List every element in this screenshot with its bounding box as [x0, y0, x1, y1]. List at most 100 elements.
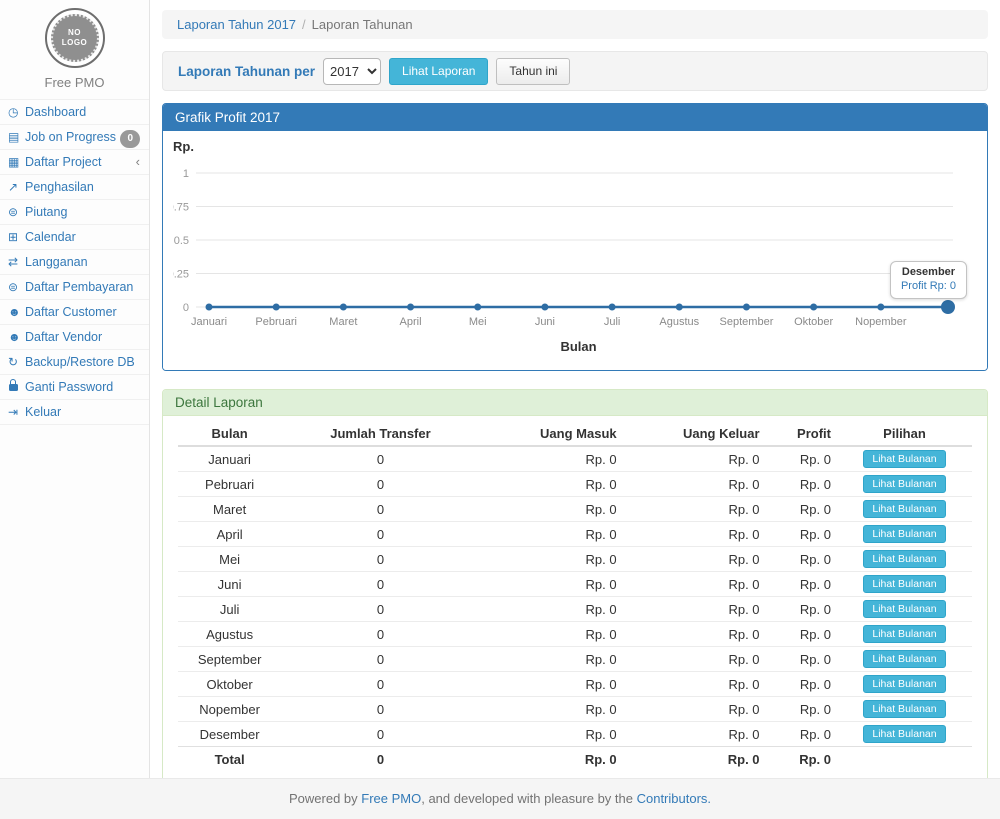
- cell-uang_keluar: Rp. 0: [623, 547, 766, 572]
- lihat-bulanan-button[interactable]: Lihat Bulanan: [863, 650, 945, 668]
- cell-uang_keluar: Rp. 0: [623, 597, 766, 622]
- y-tick-label: 1: [183, 168, 189, 180]
- column-header: Pilihan: [837, 422, 972, 446]
- table-row: April0Rp. 0Rp. 0Rp. 0Lihat Bulanan: [178, 522, 972, 547]
- lihat-bulanan-button[interactable]: Lihat Bulanan: [863, 450, 945, 468]
- lihat-bulanan-button[interactable]: Lihat Bulanan: [863, 550, 945, 568]
- chart-panel-title: Grafik Profit 2017: [163, 104, 987, 131]
- cell-uang_keluar: Rp. 0: [623, 472, 766, 497]
- sidebar-item-ganti-password[interactable]: Ganti Password: [0, 374, 149, 399]
- data-point[interactable]: [877, 304, 884, 311]
- cell-bulan: Mei: [178, 547, 281, 572]
- lihat-bulanan-button[interactable]: Lihat Bulanan: [863, 625, 945, 643]
- profit-line-chart[interactable]: 00.250.50.751JanuariPebruariMaretAprilMe…: [173, 159, 973, 359]
- footer-link-contributors[interactable]: Contributors.: [637, 791, 711, 806]
- x-tick-label: Agustus: [659, 316, 699, 328]
- data-point[interactable]: [541, 304, 548, 311]
- column-header: Profit: [766, 422, 837, 446]
- sidebar-item-label: Ganti Password: [25, 380, 113, 394]
- sidebar-item-daftar-pembayaran[interactable]: ⊜Daftar Pembayaran: [0, 274, 149, 299]
- x-tick-label: Maret: [329, 316, 357, 328]
- table-row: September0Rp. 0Rp. 0Rp. 0Lihat Bulanan: [178, 647, 972, 672]
- sidebar-item-piutang[interactable]: ⊜Piutang: [0, 199, 149, 224]
- cell-bulan: April: [178, 522, 281, 547]
- data-point[interactable]: [273, 304, 280, 311]
- table-row: Agustus0Rp. 0Rp. 0Rp. 0Lihat Bulanan: [178, 622, 972, 647]
- lihat-bulanan-button[interactable]: Lihat Bulanan: [863, 525, 945, 543]
- logo-area: NO LOGO Free PMO: [0, 0, 149, 99]
- line-chart-icon: ↗: [8, 179, 25, 195]
- table-row: Oktober0Rp. 0Rp. 0Rp. 0Lihat Bulanan: [178, 672, 972, 697]
- lihat-bulanan-button[interactable]: Lihat Bulanan: [863, 600, 945, 618]
- cell-jumlah_transfer: 0: [281, 497, 480, 522]
- cell-uang_keluar: Rp. 0: [623, 522, 766, 547]
- data-point[interactable]: [810, 304, 817, 311]
- cell-uang_keluar: Rp. 0: [623, 497, 766, 522]
- x-tick-label: Nopember: [855, 316, 907, 328]
- cell-jumlah_transfer: 0: [281, 522, 480, 547]
- tahun-ini-button[interactable]: Tahun ini: [496, 58, 570, 85]
- data-point[interactable]: [474, 304, 481, 311]
- report-form: Laporan Tahunan per 2017 Lihat Laporan T…: [162, 51, 988, 91]
- cell-bulan: September: [178, 647, 281, 672]
- total-uang_masuk: Rp. 0: [480, 747, 623, 774]
- sign-out-icon: ⇥: [8, 404, 25, 420]
- footer-link-free-pmo[interactable]: Free PMO: [361, 791, 421, 806]
- cell-pilihan: Lihat Bulanan: [837, 497, 972, 522]
- sidebar-item-job-on-progress[interactable]: ▤Job on Progress0: [0, 124, 149, 149]
- year-select[interactable]: 2017: [323, 58, 381, 85]
- sidebar-item-langganan[interactable]: ⇄Langganan: [0, 249, 149, 274]
- data-point[interactable]: [676, 304, 683, 311]
- sidebar-item-keluar[interactable]: ⇥Keluar: [0, 399, 149, 425]
- cell-pilihan: Lihat Bulanan: [837, 446, 972, 472]
- cell-pilihan: Lihat Bulanan: [837, 697, 972, 722]
- sidebar-item-calendar[interactable]: ⊞Calendar: [0, 224, 149, 249]
- cell-pilihan: Lihat Bulanan: [837, 647, 972, 672]
- total-jumlah_transfer: 0: [281, 747, 480, 774]
- column-header: Jumlah Transfer: [281, 422, 480, 446]
- lihat-bulanan-button[interactable]: Lihat Bulanan: [863, 575, 945, 593]
- sidebar-item-backup-restore-db[interactable]: ↻Backup/Restore DB: [0, 349, 149, 374]
- cell-profit: Rp. 0: [766, 572, 837, 597]
- cell-profit: Rp. 0: [766, 522, 837, 547]
- table-total-row: Total0Rp. 0Rp. 0Rp. 0: [178, 747, 972, 774]
- cell-profit: Rp. 0: [766, 672, 837, 697]
- cell-uang_masuk: Rp. 0: [480, 697, 623, 722]
- breadcrumb-current: Laporan Tahunan: [312, 17, 413, 32]
- cell-uang_masuk: Rp. 0: [480, 446, 623, 472]
- lihat-bulanan-button[interactable]: Lihat Bulanan: [863, 500, 945, 518]
- sidebar-item-dashboard[interactable]: ◷Dashboard: [0, 99, 149, 124]
- x-tick-label: Januari: [191, 316, 227, 328]
- x-tick-label: April: [400, 316, 422, 328]
- breadcrumb-link[interactable]: Laporan Tahun 2017: [177, 17, 296, 32]
- sidebar-item-label: Daftar Project: [25, 155, 101, 169]
- data-point[interactable]: [407, 304, 414, 311]
- cell-pilihan: Lihat Bulanan: [837, 597, 972, 622]
- table-row: Januari0Rp. 0Rp. 0Rp. 0Lihat Bulanan: [178, 446, 972, 472]
- detail-panel-title: Detail Laporan: [163, 390, 987, 416]
- x-axis-title: Bulan: [560, 339, 596, 354]
- data-point[interactable]: [743, 304, 750, 311]
- lihat-bulanan-button[interactable]: Lihat Bulanan: [863, 675, 945, 693]
- cell-profit: Rp. 0: [766, 697, 837, 722]
- breadcrumb: Laporan Tahun 2017/Laporan Tahunan: [162, 10, 988, 39]
- sidebar-item-label: Daftar Vendor: [25, 330, 102, 344]
- lihat-bulanan-button[interactable]: Lihat Bulanan: [863, 725, 945, 743]
- data-point[interactable]: [206, 304, 213, 311]
- data-point[interactable]: [609, 304, 616, 311]
- lihat-laporan-button[interactable]: Lihat Laporan: [389, 58, 488, 85]
- cell-bulan: Januari: [178, 446, 281, 472]
- sidebar-item-penghasilan[interactable]: ↗Penghasilan: [0, 174, 149, 199]
- cell-uang_masuk: Rp. 0: [480, 472, 623, 497]
- lihat-bulanan-button[interactable]: Lihat Bulanan: [863, 475, 945, 493]
- data-point[interactable]: [340, 304, 347, 311]
- y-tick-label: 0.25: [173, 269, 189, 281]
- lihat-bulanan-button[interactable]: Lihat Bulanan: [863, 700, 945, 718]
- sidebar-item-daftar-customer[interactable]: ☻Daftar Customer: [0, 299, 149, 324]
- sidebar-item-daftar-project[interactable]: ▦Daftar Project‹: [0, 149, 149, 174]
- report-form-label: Laporan Tahunan per: [178, 64, 315, 79]
- cell-jumlah_transfer: 0: [281, 672, 480, 697]
- sidebar-item-daftar-vendor[interactable]: ☻Daftar Vendor: [0, 324, 149, 349]
- data-point-highlighted[interactable]: [941, 300, 955, 314]
- y-tick-label: 0.75: [173, 202, 189, 214]
